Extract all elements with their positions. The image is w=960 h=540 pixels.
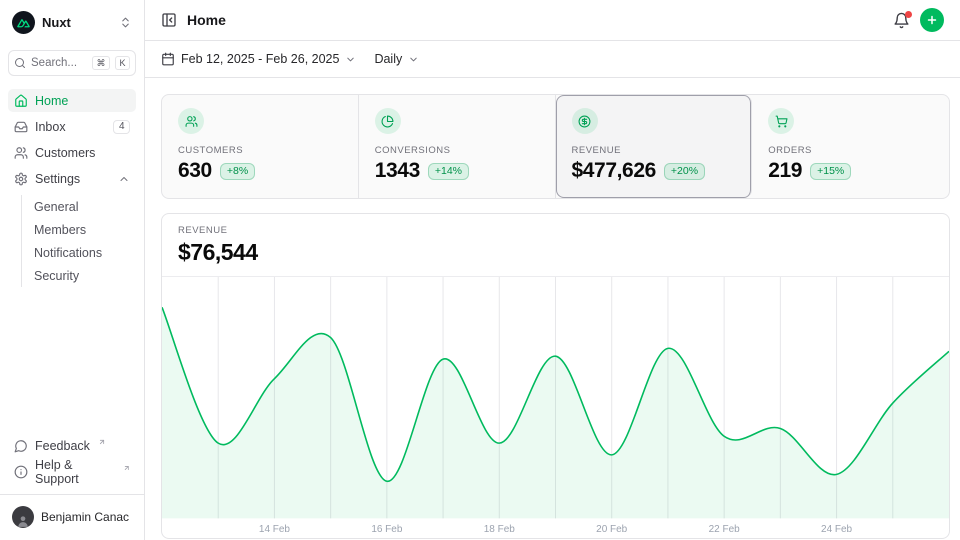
- chart-header: REVENUE $76,544: [162, 214, 949, 277]
- help-support-label: Help & Support: [35, 458, 115, 486]
- users-icon: [178, 108, 204, 134]
- sidebar-divider: [0, 494, 144, 495]
- user-name: Benjamin Canac: [41, 510, 129, 524]
- stat-label: CUSTOMERS: [178, 145, 342, 156]
- stat-card-revenue[interactable]: REVENUE $477,626 +20%: [556, 95, 753, 198]
- svg-text:22 Feb: 22 Feb: [709, 524, 741, 535]
- stat-label: REVENUE: [572, 145, 736, 156]
- avatar: [12, 506, 34, 528]
- info-circle-icon: [14, 465, 28, 479]
- sidebar-nav: Home Inbox 4 Customers Settings General …: [8, 89, 136, 287]
- inbox-count-badge: 4: [113, 120, 130, 134]
- workspace-name: Nuxt: [42, 15, 71, 30]
- sidebar-item-settings[interactable]: Settings: [8, 167, 136, 190]
- period-value: Daily: [374, 52, 402, 66]
- workspace-switcher[interactable]: Nuxt: [8, 8, 136, 37]
- users-icon: [14, 146, 28, 160]
- sidebar-item-home[interactable]: Home: [8, 89, 136, 112]
- chart-total: $76,544: [178, 239, 933, 266]
- search-input[interactable]: Search... ⌘ K: [8, 50, 136, 76]
- circle-dollar-icon: [572, 108, 598, 134]
- stat-delta-badge: +20%: [664, 163, 705, 180]
- svg-text:20 Feb: 20 Feb: [596, 524, 628, 535]
- sidebar-item-label: Settings: [35, 172, 80, 186]
- sidebar-item-notifications[interactable]: Notifications: [22, 241, 136, 264]
- sidebar-item-label: Inbox: [35, 120, 66, 134]
- sidebar-item-security[interactable]: Security: [22, 264, 136, 287]
- sidebar-footer: Feedback Help & Support Benjamin Canac: [8, 434, 136, 532]
- search-placeholder: Search...: [31, 57, 87, 69]
- chevrons-up-down-icon: [119, 16, 132, 29]
- stat-label: ORDERS: [768, 145, 933, 156]
- stat-delta-badge: +8%: [220, 163, 255, 180]
- stat-value: 1343: [375, 159, 420, 183]
- message-circle-icon: [14, 439, 28, 453]
- external-link-icon: [123, 464, 131, 472]
- stat-value: 630: [178, 159, 212, 183]
- kbd-meta: ⌘: [92, 56, 110, 71]
- user-menu[interactable]: Benjamin Canac: [8, 498, 136, 532]
- shopping-cart-icon: [768, 108, 794, 134]
- chart-label: REVENUE: [178, 225, 933, 236]
- stat-value: 219: [768, 159, 802, 183]
- svg-text:18 Feb: 18 Feb: [484, 524, 516, 535]
- sidebar-item-general[interactable]: General: [22, 195, 136, 218]
- stat-value: $477,626: [572, 159, 656, 183]
- stat-card-orders[interactable]: ORDERS 219 +15%: [752, 95, 949, 198]
- sidebar-item-customers[interactable]: Customers: [8, 141, 136, 164]
- plus-icon: [926, 14, 938, 26]
- kbd-k: K: [115, 56, 130, 71]
- help-support-link[interactable]: Help & Support: [8, 460, 136, 483]
- date-range-picker[interactable]: Feb 12, 2025 - Feb 26, 2025: [161, 52, 356, 66]
- stat-card-customers[interactable]: CUSTOMERS 630 +8%: [162, 95, 359, 198]
- sidebar-item-members[interactable]: Members: [22, 218, 136, 241]
- stat-label: CONVERSIONS: [375, 145, 539, 156]
- feedback-label: Feedback: [35, 439, 90, 453]
- inbox-icon: [14, 120, 28, 134]
- dashboard-content: CUSTOMERS 630 +8% CONVERSIONS 1343 +14%: [145, 78, 960, 540]
- revenue-chart-card: REVENUE $76,544 14 Feb 16 Feb 18 Feb 20 Feb…: [161, 213, 950, 539]
- panel-left-close-icon: [161, 12, 177, 28]
- home-icon: [14, 94, 28, 108]
- nuxt-logo-icon: [12, 11, 35, 34]
- revenue-area-chart[interactable]: 14 Feb 16 Feb 18 Feb 20 Feb 22 Feb 24 Feb: [162, 277, 949, 538]
- svg-text:14 Feb: 14 Feb: [259, 524, 291, 535]
- notification-dot: [905, 11, 912, 18]
- chevron-up-icon: [118, 173, 130, 185]
- stat-card-conversions[interactable]: CONVERSIONS 1343 +14%: [359, 95, 556, 198]
- calendar-icon: [161, 52, 175, 66]
- stat-delta-badge: +15%: [810, 163, 851, 180]
- svg-text:16 Feb: 16 Feb: [371, 524, 403, 535]
- external-link-icon: [98, 438, 106, 446]
- add-button[interactable]: [920, 8, 944, 32]
- filter-toolbar: Feb 12, 2025 - Feb 26, 2025 Daily: [145, 41, 960, 78]
- main-area: Home Feb 12, 2025 - Feb 26, 2025 Daily: [145, 0, 960, 540]
- gear-icon: [14, 172, 28, 186]
- sidebar-item-label: Home: [35, 94, 68, 108]
- sidebar: Nuxt Search... ⌘ K Home Inbox 4 Cust: [0, 0, 145, 540]
- date-range-value: Feb 12, 2025 - Feb 26, 2025: [181, 52, 339, 66]
- notifications-button[interactable]: [893, 12, 910, 29]
- settings-subnav: General Members Notifications Security: [21, 195, 136, 287]
- feedback-link[interactable]: Feedback: [8, 434, 136, 457]
- period-select[interactable]: Daily: [374, 52, 419, 66]
- sidebar-item-inbox[interactable]: Inbox 4: [8, 115, 136, 138]
- sidebar-collapse-button[interactable]: [161, 12, 177, 28]
- chevron-down-icon: [408, 54, 419, 65]
- app-window: Nuxt Search... ⌘ K Home Inbox 4 Cust: [0, 0, 960, 540]
- top-header: Home: [145, 0, 960, 41]
- chevron-down-icon: [345, 54, 356, 65]
- stats-row: CUSTOMERS 630 +8% CONVERSIONS 1343 +14%: [161, 94, 950, 199]
- page-title: Home: [187, 12, 226, 28]
- search-icon: [14, 57, 26, 69]
- svg-text:24 Feb: 24 Feb: [821, 524, 853, 535]
- chart-body: 14 Feb 16 Feb 18 Feb 20 Feb 22 Feb 24 Feb: [162, 277, 949, 538]
- sidebar-item-label: Customers: [35, 146, 95, 160]
- stat-delta-badge: +14%: [428, 163, 469, 180]
- chart-pie-icon: [375, 108, 401, 134]
